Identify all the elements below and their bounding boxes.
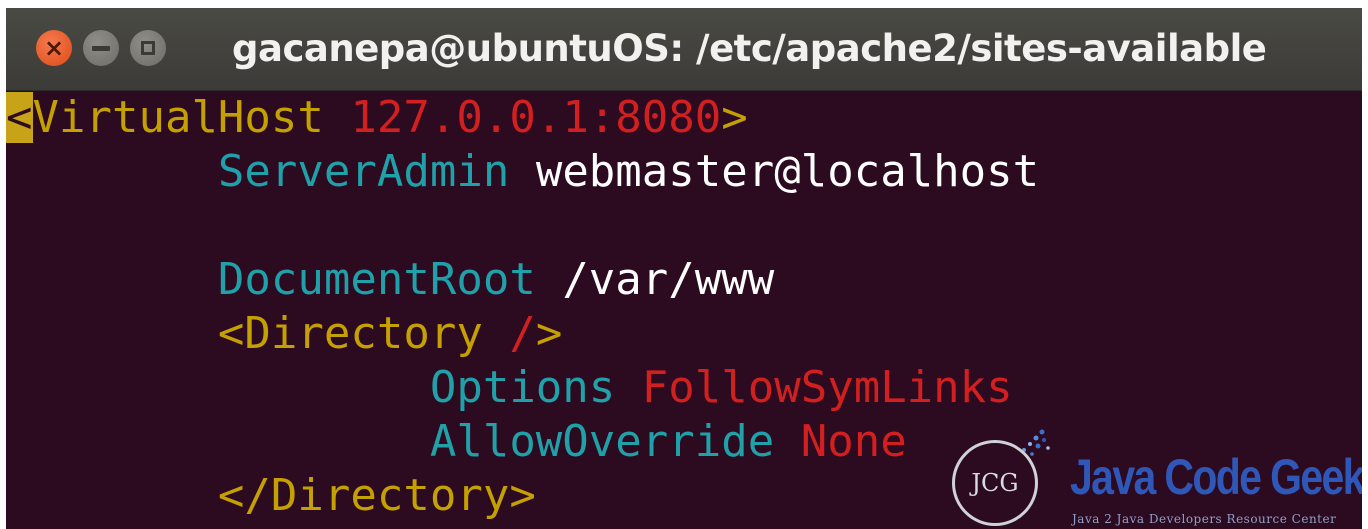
terminal-line: ServerAdmin webmaster@localhost xyxy=(6,145,1039,199)
directory-open-tag: <Directory xyxy=(217,308,483,359)
terminal-line: <Directory /> xyxy=(6,307,562,361)
tag-close: > xyxy=(721,92,748,143)
virtualhost-tag: VirtualHost xyxy=(32,92,324,143)
jcg-logo: JCG xyxy=(952,440,1038,526)
allowoverride-value: None xyxy=(800,416,907,467)
directory-close-tag: </Directory> xyxy=(217,470,536,521)
terminal-line: AllowOverride None xyxy=(6,415,907,469)
terminal-line: DocumentRoot /var/www xyxy=(6,253,774,307)
virtualhost-address: 127.0.0.1:8080 xyxy=(350,92,722,143)
text-cursor: < xyxy=(6,92,33,143)
directive-serveradmin: ServerAdmin xyxy=(217,146,510,197)
terminal-line: </Directory> xyxy=(6,469,536,523)
directory-path: / xyxy=(509,308,536,359)
title-bar[interactable]: × gacanepa@ubuntuOS: /etc/apache2/sites-… xyxy=(6,8,1362,91)
options-value: FollowSymLinks xyxy=(641,362,1013,413)
window-title: gacanepa@ubuntuOS: /etc/apache2/sites-av… xyxy=(232,27,1267,70)
directive-documentroot: DocumentRoot xyxy=(217,254,536,305)
close-icon: × xyxy=(43,34,65,62)
tag-close: > xyxy=(535,308,563,359)
terminal-line: <VirtualHost 127.0.0.1:8080> xyxy=(6,91,748,145)
directive-allowoverride: AllowOverride xyxy=(429,416,775,467)
minimize-icon xyxy=(92,45,110,51)
terminal-window: × gacanepa@ubuntuOS: /etc/apache2/sites-… xyxy=(6,8,1362,529)
maximize-icon xyxy=(141,41,155,55)
documentroot-value: /var/www xyxy=(562,254,775,305)
serveradmin-value: webmaster@localhost xyxy=(535,146,1040,197)
watermark-brand: Java Code Geeks xyxy=(1070,449,1362,505)
watermark: JCG Java Code Geeks Java 2 Java Develope… xyxy=(946,418,1362,529)
watermark-subtitle: Java 2 Java Developers Resource Center xyxy=(1072,512,1337,526)
minimize-button[interactable] xyxy=(83,30,119,66)
directive-options: Options xyxy=(429,362,616,413)
terminal-line: Options FollowSymLinks xyxy=(6,361,1013,415)
close-button[interactable]: × xyxy=(36,30,72,66)
maximize-button[interactable] xyxy=(130,30,166,66)
